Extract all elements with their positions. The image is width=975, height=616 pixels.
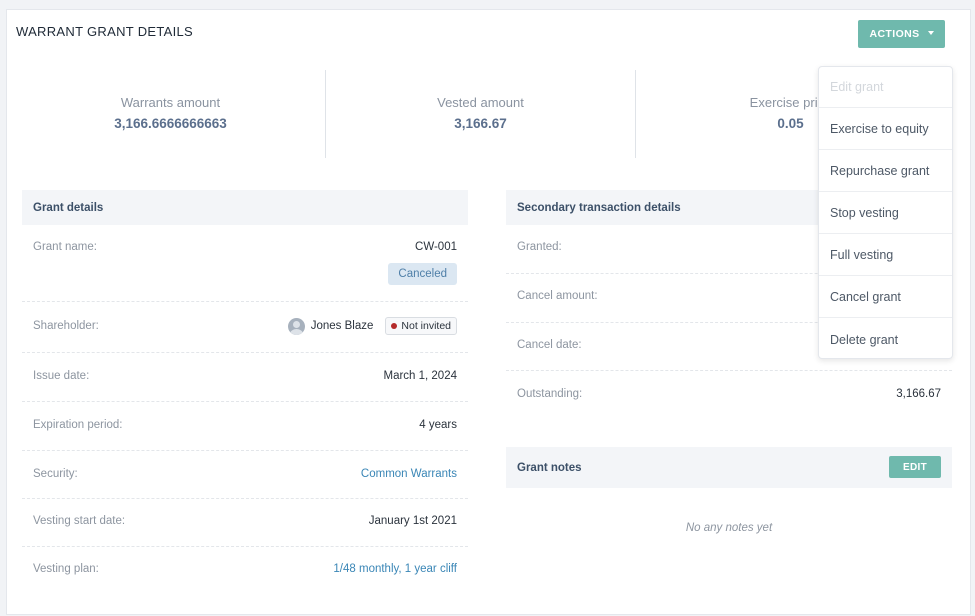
row-issue-date: Issue date: March 1, 2024: [22, 353, 468, 402]
invite-status-text: Not invited: [401, 320, 451, 332]
row-label: Issue date:: [33, 370, 90, 382]
menu-item-cancel-grant[interactable]: Cancel grant: [819, 277, 952, 318]
row-label: Granted:: [517, 241, 562, 253]
grant-notes-heading: Grant notes: [517, 461, 582, 474]
stat-label: Warrants amount: [120, 95, 221, 110]
menu-item-delete-grant[interactable]: Delete grant: [819, 319, 952, 360]
row-label: Security:: [33, 468, 78, 480]
row-grant-name: Grant name: CW-001 Canceled: [22, 225, 468, 302]
grant-notes-header: Grant notes EDIT: [506, 447, 952, 488]
menu-item-stop-vesting[interactable]: Stop vesting: [819, 193, 952, 234]
row-label: Shareholder:: [33, 320, 99, 332]
actions-button[interactable]: ACTIONS: [858, 20, 945, 48]
row-value: January 1st 2021: [368, 515, 457, 527]
menu-item-exercise-to-equity[interactable]: Exercise to equity: [819, 109, 952, 150]
row-vesting-start-date: Vesting start date: January 1st 2021: [22, 499, 468, 547]
status-dot-icon: [391, 323, 398, 329]
shareholder-name[interactable]: Jones Blaze: [311, 320, 374, 332]
stat-label: Vested amount: [437, 95, 524, 110]
edit-notes-button[interactable]: EDIT: [889, 456, 941, 478]
row-outstanding: Outstanding: 3,166.67: [506, 371, 952, 419]
notes-empty-state: No any notes yet: [685, 522, 773, 534]
row-label: Expiration period:: [33, 419, 123, 431]
actions-label: ACTIONS: [869, 28, 920, 40]
stat-value: 3,166.6666666663: [114, 116, 227, 131]
menu-item-repurchase-grant[interactable]: Repurchase grant: [819, 151, 952, 192]
row-label: Outstanding:: [517, 388, 583, 400]
row-label: Grant name:: [33, 241, 97, 253]
row-label: Vesting plan:: [33, 563, 99, 575]
row-label: Cancel amount:: [517, 290, 598, 302]
chevron-down-icon: [927, 31, 934, 35]
grant-details-heading: Grant details: [22, 190, 468, 225]
status-badge: Canceled: [388, 263, 457, 285]
summary-stats: Warrants amount 3,166.6666666663 Vested …: [16, 70, 945, 158]
page-title: WARRANT GRANT DETAILS: [16, 24, 194, 39]
shareholder-info: Jones Blaze Not invited: [287, 317, 457, 335]
row-label: Vesting start date:: [33, 515, 126, 527]
row-value: CW-001: [415, 241, 457, 253]
row-value: March 1, 2024: [383, 370, 457, 382]
stat-warrants-amount: Warrants amount 3,166.6666666663: [16, 70, 325, 158]
avatar: [287, 317, 305, 335]
vesting-plan-link[interactable]: 1/48 monthly, 1 year cliff: [333, 563, 457, 575]
security-link[interactable]: Common Warrants: [361, 468, 457, 480]
row-value: 3,166.67: [896, 388, 941, 400]
stat-vested-amount: Vested amount 3,166.67: [326, 70, 635, 158]
invite-status-badge: Not invited: [385, 317, 457, 335]
row-label: Cancel date:: [517, 339, 582, 351]
row-value: 4 years: [419, 419, 457, 431]
row-expiration-period: Expiration period: 4 years: [22, 402, 468, 451]
menu-item-full-vesting[interactable]: Full vesting: [819, 235, 952, 276]
menu-item-edit-grant: Edit grant: [819, 67, 952, 108]
row-shareholder: Shareholder: Jones Blaze Not invited: [22, 302, 468, 353]
stat-value: 3,166.67: [454, 116, 507, 131]
row-vesting-plan: Vesting plan: 1/48 monthly, 1 year cliff: [22, 547, 468, 595]
row-security: Security: Common Warrants: [22, 451, 468, 499]
actions-dropdown-menu: Edit grant Exercise to equity Repurchase…: [818, 66, 953, 359]
